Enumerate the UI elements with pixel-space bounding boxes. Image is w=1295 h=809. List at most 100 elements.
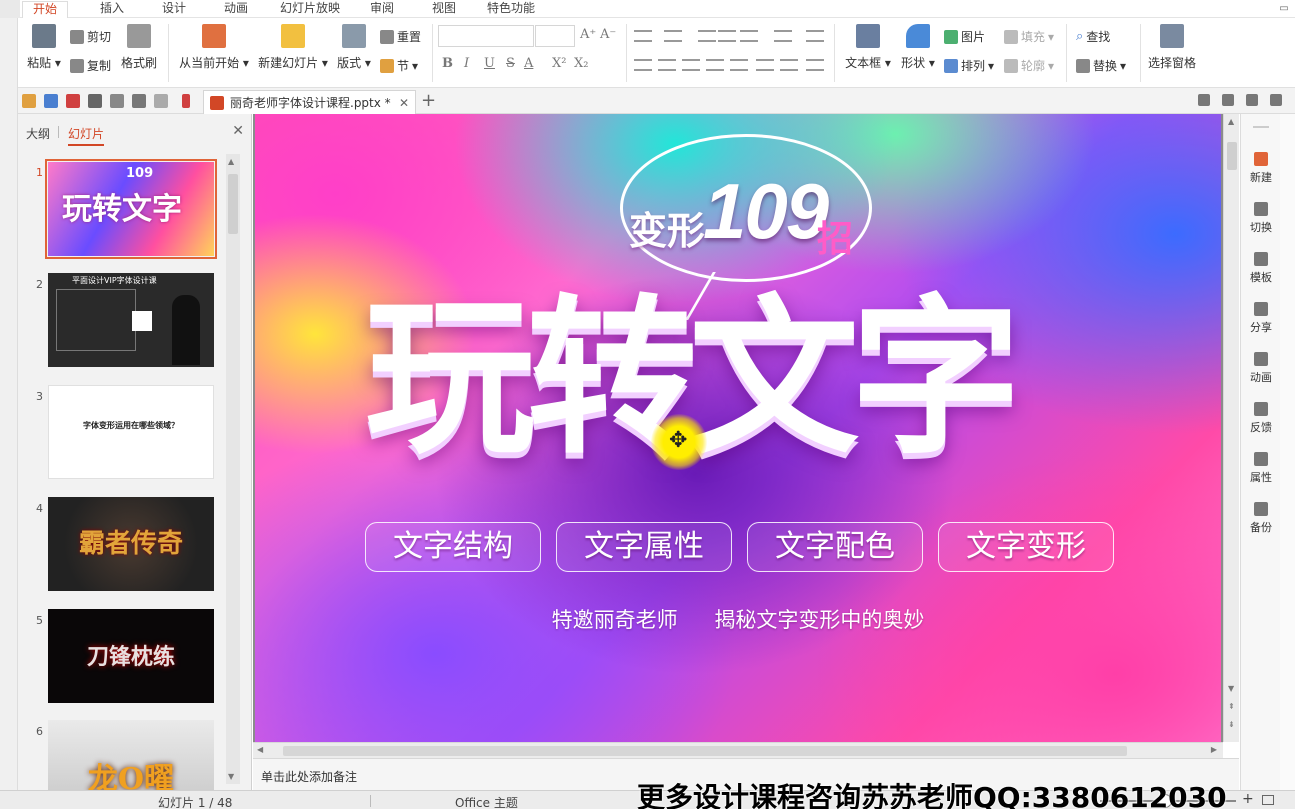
paragraph-spacing-icon[interactable] — [756, 59, 774, 71]
scroll-down-icon[interactable]: ▼ — [228, 772, 234, 781]
cut-button[interactable]: 剪切 — [70, 28, 111, 45]
selection-pane-button[interactable]: 选择窗格 — [1146, 24, 1198, 71]
strikethrough-button[interactable]: S — [506, 56, 515, 71]
prev-slide-icon[interactable]: ⇞ — [1228, 702, 1235, 711]
font-size-combo[interactable] — [535, 25, 575, 47]
align-left-icon[interactable] — [634, 59, 652, 71]
close-panel-icon[interactable]: ✕ — [232, 123, 244, 139]
document-tab[interactable]: 丽奇老师字体设计课程.pptx * ✕ — [203, 90, 416, 114]
new-slide-button[interactable]: 新建幻灯片 ▾ — [256, 24, 330, 71]
tab-animation[interactable]: 动画 — [224, 1, 248, 18]
distribute-icon[interactable] — [730, 59, 748, 71]
slide-horizontal-scrollbar[interactable]: ◀ ▶ — [253, 742, 1223, 758]
close-tab-icon[interactable]: ✕ — [399, 96, 409, 110]
slide-thumbnail-3[interactable]: 字体变形运用在哪些领域？ — [48, 385, 214, 479]
italic-button[interactable]: I — [464, 56, 469, 71]
tab-view[interactable]: 视图 — [432, 1, 456, 18]
pane-switch-button[interactable]: 切换 — [1241, 202, 1281, 235]
line-spacing-icon[interactable] — [774, 30, 792, 42]
pane-animation-button[interactable]: 动画 — [1241, 352, 1281, 385]
subscript-button[interactable]: X₂ — [574, 56, 588, 71]
tab-home[interactable]: 开始 — [22, 1, 69, 18]
decrease-indent-icon[interactable] — [698, 30, 716, 42]
outline-button[interactable]: 轮廓 ▾ — [1004, 57, 1054, 74]
text-direction-icon[interactable] — [806, 30, 824, 42]
redo-icon[interactable] — [154, 94, 168, 108]
underline-button[interactable]: U — [484, 56, 495, 71]
scrollbar-thumb[interactable] — [1227, 142, 1237, 170]
collapse-ribbon-icon[interactable] — [1270, 94, 1282, 106]
textbox-button[interactable]: 文本框 ▾ — [842, 24, 894, 71]
slide-subtitle[interactable]: 特邀丽奇老师 揭秘文字变形中的奥妙 — [255, 604, 1221, 634]
numbering-icon[interactable] — [664, 30, 682, 42]
pane-feedback-button[interactable]: 反馈 — [1241, 402, 1281, 435]
scroll-up-icon[interactable]: ▲ — [228, 157, 234, 166]
scrollbar-thumb[interactable] — [283, 746, 1127, 756]
open-icon[interactable] — [22, 94, 36, 108]
bold-button[interactable]: B — [442, 56, 453, 71]
section-button[interactable]: 节 ▾ — [380, 57, 418, 74]
zoom-in-icon[interactable]: + — [1242, 791, 1254, 807]
copy-button[interactable]: 复制 — [70, 57, 111, 74]
customize-icon[interactable] — [182, 94, 190, 108]
layout-button[interactable]: 版式 ▾ — [336, 24, 372, 71]
fit-window-icon[interactable] — [1262, 795, 1274, 805]
arrange-button[interactable]: 排列 ▾ — [944, 57, 994, 74]
scroll-down-icon[interactable]: ▼ — [1228, 684, 1234, 693]
tab-slideshow[interactable]: 幻灯片放映 — [280, 1, 340, 18]
pane-backup-button[interactable]: 备份 — [1241, 502, 1281, 535]
align-right-icon[interactable] — [682, 59, 700, 71]
tab-slides[interactable]: 幻灯片 — [68, 125, 105, 146]
picture-button[interactable]: 图片 — [944, 28, 985, 45]
slide-vertical-scrollbar[interactable]: ▲ ▼ ⇞ ⇟ — [1223, 114, 1239, 742]
tab-insert[interactable]: 插入 — [100, 1, 124, 18]
paste-button[interactable]: 粘贴 ▾ — [26, 24, 62, 71]
skin-icon[interactable] — [1222, 94, 1234, 106]
minimize-icon[interactable]: ▭ — [1277, 2, 1291, 16]
slide-thumbnail-4[interactable]: 霸者传奇 — [48, 497, 214, 591]
tag-color[interactable]: 文字配色 — [747, 522, 923, 572]
font-color-button[interactable]: A — [524, 56, 533, 71]
next-slide-icon[interactable]: ⇟ — [1228, 720, 1235, 729]
slide-thumbnail-2[interactable]: 平面设计VIP字体设计课 — [48, 273, 214, 367]
pdf-icon[interactable] — [66, 94, 80, 108]
preview-icon[interactable] — [110, 94, 124, 108]
format-painter-button[interactable]: 格式刷 — [120, 24, 158, 71]
font-family-combo[interactable] — [438, 25, 534, 47]
slide-thumbnail-5[interactable]: 刀锋枕练 — [48, 609, 214, 703]
columns-icon[interactable] — [740, 30, 758, 42]
save-icon[interactable] — [44, 94, 58, 108]
pane-new-button[interactable]: 新建 — [1241, 152, 1281, 185]
restore-icon[interactable] — [1246, 94, 1258, 106]
tool-icon[interactable] — [1198, 94, 1210, 106]
pane-properties-button[interactable]: 属性 — [1241, 452, 1281, 485]
print-icon[interactable] — [88, 94, 102, 108]
new-tab-icon[interactable]: + — [421, 90, 436, 111]
current-slide[interactable]: 变形 109 招 玩转文字 文字结构 文字属性 文字配色 文字变形 特邀丽奇老师… — [255, 114, 1221, 742]
tab-outline[interactable]: 大纲 — [26, 125, 50, 142]
superscript-button[interactable]: X² — [552, 56, 566, 71]
increase-indent-icon[interactable] — [718, 30, 736, 42]
bullets-icon[interactable] — [634, 30, 652, 42]
slide-thumbnail-1[interactable]: 109 玩转文字 — [45, 159, 217, 259]
scroll-up-icon[interactable]: ▲ — [1228, 117, 1234, 126]
slide-thumbnail-6[interactable]: 龙O曜 — [48, 720, 214, 790]
start-from-current-button[interactable]: 从当前开始 ▾ — [176, 24, 252, 71]
find-button[interactable]: ⌕ 查找 — [1076, 28, 1110, 45]
tab-review[interactable]: 审阅 — [370, 1, 394, 18]
pane-share-button[interactable]: 分享 — [1241, 302, 1281, 335]
replace-button[interactable]: 替换 ▾ — [1076, 57, 1126, 74]
tag-structure[interactable]: 文字结构 — [365, 522, 541, 572]
tab-design[interactable]: 设计 — [162, 1, 186, 18]
fill-button[interactable]: 填充 ▾ — [1004, 28, 1054, 45]
shrink-font-button[interactable]: A⁻ — [600, 27, 616, 42]
reset-button[interactable]: 重置 — [380, 28, 421, 45]
notes-placeholder[interactable]: 单击此处添加备注 — [261, 768, 357, 785]
tag-transform[interactable]: 文字变形 — [938, 522, 1114, 572]
scrollbar-thumb[interactable] — [228, 174, 238, 234]
pane-template-button[interactable]: 模板 — [1241, 252, 1281, 285]
smart-art-icon[interactable] — [806, 59, 824, 71]
tag-attribute[interactable]: 文字属性 — [556, 522, 732, 572]
scroll-left-icon[interactable]: ◀ — [257, 745, 263, 754]
scroll-right-icon[interactable]: ▶ — [1211, 745, 1217, 754]
